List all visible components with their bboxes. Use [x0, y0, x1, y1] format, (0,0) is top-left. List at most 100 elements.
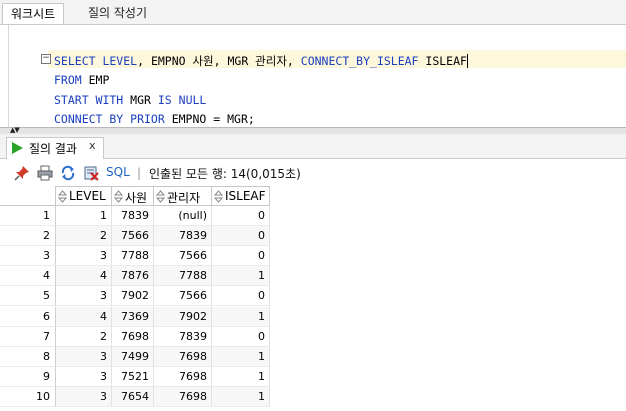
table-cell[interactable]: 1 — [212, 386, 270, 407]
table-cell[interactable]: 0 — [212, 226, 270, 247]
table-cell[interactable]: 3 — [56, 246, 112, 267]
refresh-icon[interactable] — [60, 165, 76, 181]
table-cell[interactable]: 7698 — [154, 366, 212, 387]
code-token: EMP — [81, 73, 110, 88]
grid-corner — [0, 186, 56, 206]
table-cell[interactable]: 7566 — [154, 246, 212, 267]
code-token: IS NULL — [157, 92, 207, 107]
table-cell[interactable]: 7902 — [112, 286, 154, 307]
code-token: ISLEAF — [418, 54, 467, 68]
column-header[interactable]: 관리자 — [154, 186, 212, 206]
table-cell[interactable]: 7902 — [154, 306, 212, 327]
tab-query-builder[interactable]: 질의 작성기 — [80, 3, 155, 23]
table-cell[interactable]: 2 — [56, 226, 112, 247]
code-token: FROM — [54, 73, 82, 88]
code-token: CONNECT_BY_ISLEAF — [300, 54, 419, 68]
table-cell[interactable]: 0 — [212, 206, 270, 226]
column-header[interactable]: ISLEAF — [212, 186, 270, 206]
table-cell[interactable]: 7566 — [112, 226, 154, 247]
result-tab-bar: 질의 결과 x — [0, 134, 626, 159]
code-line[interactable]: SELECT LEVEL, EMPNO 사원, MGR 관리자, CONNECT… — [54, 52, 468, 71]
table-cell[interactable]: (null) — [154, 206, 212, 226]
table-cell[interactable]: 4 — [56, 306, 112, 327]
table-cell[interactable]: 7839 — [112, 206, 154, 226]
editor-gutter — [0, 25, 40, 127]
code-token: SELECT LEVEL — [54, 54, 138, 68]
column-header[interactable]: LEVEL — [56, 186, 112, 206]
splitter-arrows-icon[interactable]: ▲▼ — [10, 127, 20, 134]
table-cell[interactable]: 4 — [56, 266, 112, 287]
row-number: 6 — [0, 306, 56, 327]
sort-icon[interactable] — [113, 190, 124, 203]
sql-button[interactable]: SQL — [106, 165, 130, 179]
table-cell[interactable]: 7521 — [112, 366, 154, 387]
table-cell[interactable]: 7839 — [154, 226, 212, 247]
run-icon — [12, 142, 23, 154]
row-number: 10 — [0, 386, 56, 407]
table-cell[interactable]: 0 — [212, 286, 270, 307]
table-cell[interactable]: 7654 — [112, 386, 154, 407]
table-cell[interactable]: 2 — [56, 326, 112, 347]
row-number: 8 — [0, 346, 56, 367]
table-cell[interactable]: 3 — [56, 346, 112, 367]
row-number: 2 — [0, 226, 56, 247]
table-cell[interactable]: 0 — [212, 246, 270, 267]
table-cell[interactable]: 7698 — [154, 346, 212, 367]
sort-icon[interactable] — [213, 190, 224, 203]
top-tab-bar: 워크시트 질의 작성기 — [0, 0, 626, 25]
code-token: CONNECT BY PRIOR — [54, 111, 165, 126]
text-caret — [466, 54, 468, 68]
table-cell[interactable]: 7369 — [112, 306, 154, 327]
table-cell[interactable]: 7788 — [112, 246, 154, 267]
code-token: MGR — [123, 92, 158, 107]
panel-splitter[interactable]: ▲▼ — [0, 127, 626, 134]
table-cell[interactable]: 7839 — [154, 326, 212, 347]
column-header-label: 사원 — [125, 191, 148, 205]
column-header[interactable]: 사원 — [112, 186, 154, 206]
table-cell[interactable]: 1 — [56, 206, 112, 226]
sql-code[interactable]: SELECT LEVEL, EMPNO 사원, MGR 관리자, CONNECT… — [54, 52, 468, 129]
code-token: EMPNO = MGR; — [164, 111, 255, 126]
table-cell[interactable]: 7566 — [154, 286, 212, 307]
export-icon[interactable] — [83, 165, 99, 181]
code-token: START WITH — [54, 92, 124, 107]
fetch-status: 인출된 모든 행: 14(0,015초) — [149, 167, 301, 181]
result-tab-label: 질의 결과 — [29, 142, 77, 156]
code-line[interactable]: START WITH MGR IS NULL — [54, 91, 468, 110]
table-cell[interactable]: 7698 — [154, 386, 212, 407]
toolbar-separator: | — [137, 166, 142, 180]
print-icon[interactable] — [37, 165, 53, 181]
table-cell[interactable]: 3 — [56, 286, 112, 307]
tab-query-result[interactable]: 질의 결과 x — [6, 137, 104, 159]
sql-editor[interactable]: − SELECT LEVEL, EMPNO 사원, MGR 관리자, CONNE… — [0, 25, 626, 127]
code-line[interactable]: FROM EMP — [54, 71, 468, 90]
table-cell[interactable]: 7698 — [112, 326, 154, 347]
table-cell[interactable]: 0 — [212, 326, 270, 347]
table-cell[interactable]: 1 — [212, 266, 270, 287]
table-cell[interactable]: 7499 — [112, 346, 154, 367]
code-token: , EMPNO 사원, MGR 관리자, — [137, 54, 301, 68]
column-header-label: 관리자 — [167, 191, 201, 205]
row-number: 7 — [0, 326, 56, 347]
close-icon[interactable]: x — [89, 139, 96, 152]
table-cell[interactable]: 1 — [212, 366, 270, 387]
pin-icon[interactable] — [14, 165, 30, 181]
column-header-label: LEVEL — [69, 189, 106, 203]
table-cell[interactable]: 1 — [212, 346, 270, 367]
sort-icon[interactable] — [155, 190, 166, 203]
result-toolbar: SQL | 인출된 모든 행: 14(0,015초) — [0, 159, 626, 186]
table-cell[interactable]: 3 — [56, 386, 112, 407]
row-number: 1 — [0, 206, 56, 226]
fold-toggle-icon[interactable]: − — [41, 54, 51, 64]
row-number: 3 — [0, 246, 56, 267]
table-cell[interactable]: 1 — [212, 306, 270, 327]
table-cell[interactable]: 3 — [56, 366, 112, 387]
row-number: 9 — [0, 366, 56, 387]
tab-worksheet[interactable]: 워크시트 — [2, 3, 65, 24]
column-header-label: ISLEAF — [225, 189, 266, 203]
row-number: 4 — [0, 266, 56, 287]
row-number: 5 — [0, 286, 56, 307]
table-cell[interactable]: 7788 — [154, 266, 212, 287]
table-cell[interactable]: 7876 — [112, 266, 154, 287]
sort-icon[interactable] — [57, 190, 68, 203]
